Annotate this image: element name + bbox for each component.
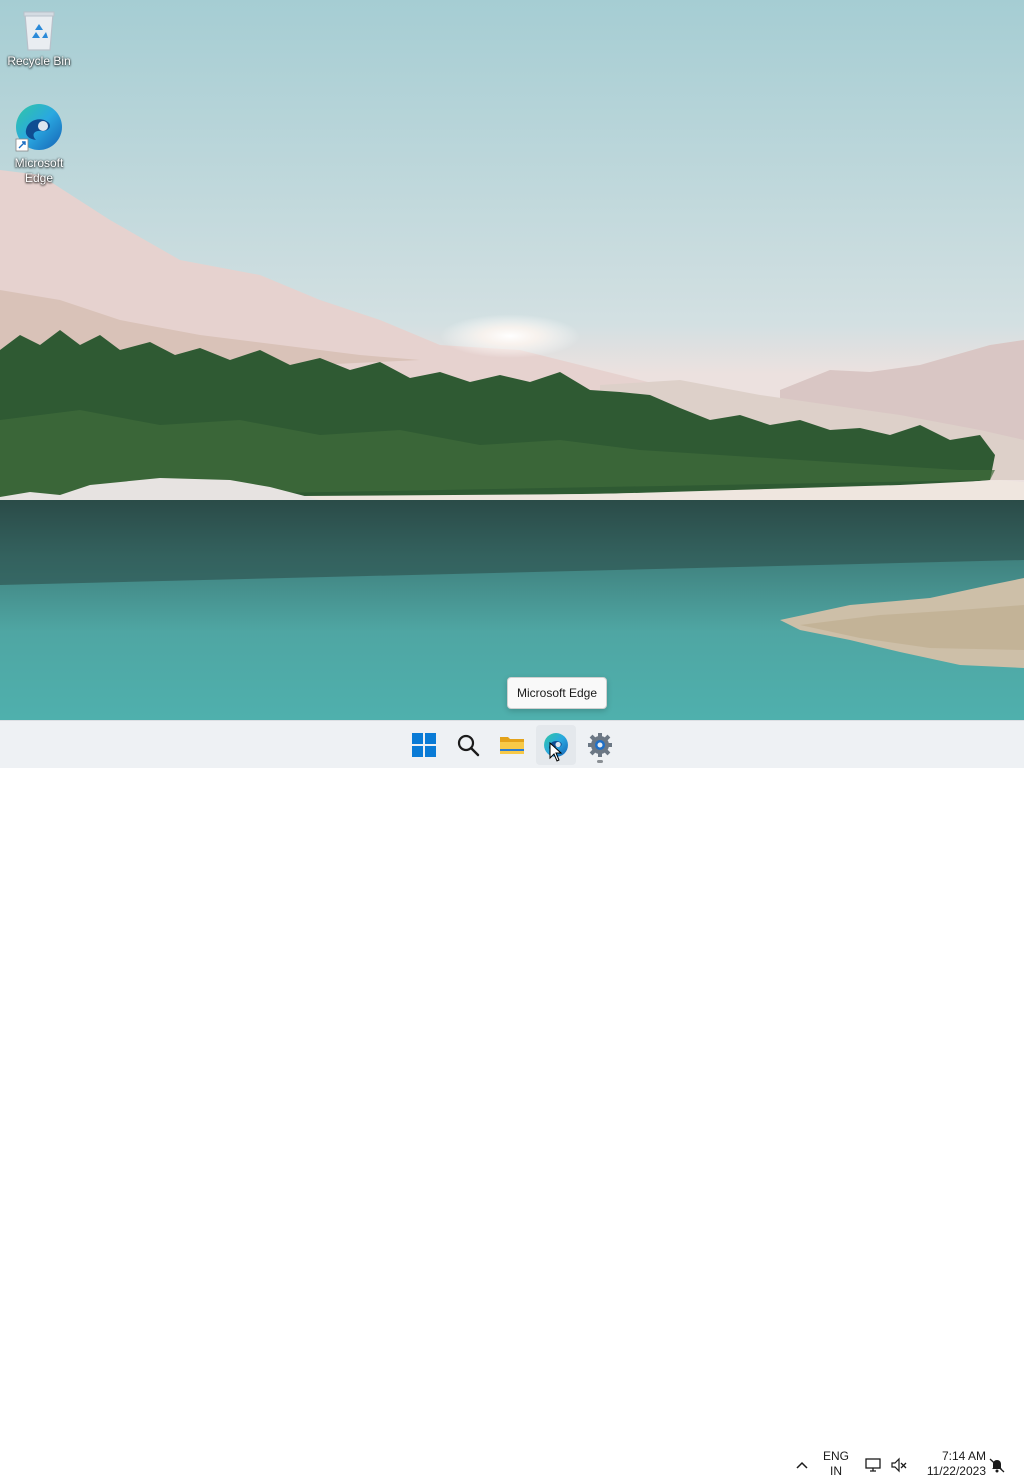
windows-start-icon — [412, 733, 436, 757]
settings-button[interactable] — [580, 725, 620, 765]
chevron-up-icon — [796, 1461, 808, 1469]
show-hidden-icons-button[interactable] — [790, 1451, 814, 1479]
recycle-bin-icon — [23, 11, 55, 51]
clock-time: 7:14 AM — [941, 1449, 986, 1463]
language-code: ENG — [822, 1449, 849, 1463]
start-button[interactable] — [404, 725, 444, 765]
desktop-icon-label: Recycle Bin — [7, 54, 71, 68]
mouse-pointer-icon — [549, 742, 563, 762]
notification-bell-icon — [989, 1458, 1005, 1473]
desktop-icon-edge[interactable]: Microsoft Edge — [4, 102, 74, 186]
desktop-icon-recycle-bin[interactable]: Recycle Bin — [4, 8, 74, 69]
search-icon — [457, 734, 480, 757]
edge-icon — [15, 104, 62, 152]
volume-button[interactable] — [888, 1453, 910, 1477]
clock[interactable]: 7:14 AM 11/22/2023 — [916, 1449, 986, 1479]
wallpaper — [0, 0, 1024, 720]
gear-icon — [588, 733, 612, 757]
taskbar: ENG IN 7:14 AM 11/22/2023 — [0, 720, 1024, 1478]
volume-muted-icon — [891, 1457, 907, 1473]
running-indicator — [597, 760, 603, 763]
folder-icon — [500, 737, 524, 754]
desktop[interactable]: Recycle Bin Microsoft Edge Microsoft Edg… — [0, 0, 1024, 720]
file-explorer-button[interactable] — [492, 725, 532, 765]
network-button[interactable] — [862, 1453, 884, 1477]
taskbar-tooltip: Microsoft Edge — [507, 677, 608, 709]
search-button[interactable] — [448, 725, 488, 765]
clock-date: 11/22/2023 — [926, 1464, 986, 1478]
network-icon — [865, 1458, 881, 1472]
desktop-icon-label: Microsoft Edge — [14, 156, 64, 185]
notifications-button[interactable] — [986, 1453, 1008, 1477]
region-code: IN — [830, 1464, 842, 1478]
input-language-indicator[interactable]: ENG IN — [818, 1449, 854, 1479]
